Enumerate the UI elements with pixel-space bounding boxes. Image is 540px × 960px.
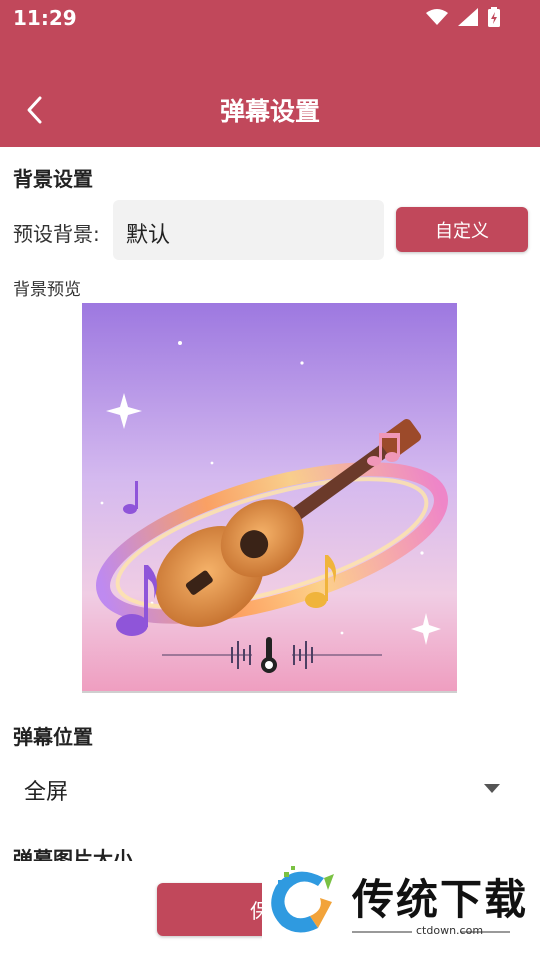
danmaku-position-value: 全屏	[24, 780, 69, 805]
preset-background-value: 默认	[126, 223, 171, 248]
danmaku-position-select[interactable]: 全屏	[0, 760, 540, 818]
preset-background-label: 预设背景:	[13, 222, 100, 246]
status-icons	[426, 7, 500, 27]
section-title-background: 背景设置	[13, 167, 93, 191]
signal-icon	[458, 8, 478, 26]
preset-background-field[interactable]: 默认	[113, 200, 384, 260]
section-title-danmaku-size: 弹幕图片大小	[13, 847, 133, 861]
section-title-danmaku-position: 弹幕位置	[13, 725, 93, 749]
watermark-logo: 传统下载 ctdown.com	[262, 858, 540, 942]
watermark-domain-text: ctdown.com	[416, 924, 484, 937]
battery-icon	[488, 7, 500, 27]
danmaku-size-section: 弹幕图片大小	[13, 843, 213, 861]
dropdown-arrow-icon	[484, 784, 500, 793]
page-title: 弹幕设置	[219, 97, 320, 126]
background-preview-label: 背景预览	[13, 280, 81, 300]
app-header: 11:29 弹幕设置	[0, 0, 540, 147]
background-preview-image	[82, 303, 457, 693]
watermark-brand-text: 传统下载	[352, 875, 529, 924]
status-time: 11:29	[13, 6, 77, 30]
wifi-icon	[426, 9, 448, 25]
custom-background-button[interactable]: 自定义	[396, 207, 528, 252]
